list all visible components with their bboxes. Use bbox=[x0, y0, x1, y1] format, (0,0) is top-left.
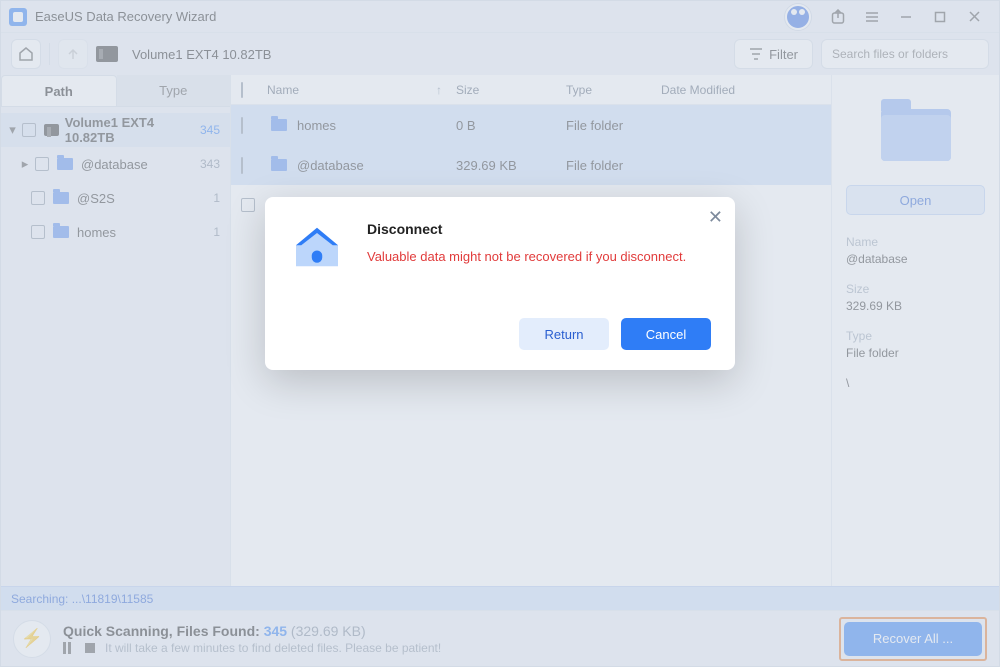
modal-message: Valuable data might not be recovered if … bbox=[367, 249, 711, 264]
app-window: EaseUS Data Recovery Wizard Volume1 EXT4… bbox=[0, 0, 1000, 667]
close-icon[interactable]: ✕ bbox=[708, 207, 723, 228]
cancel-button[interactable]: Cancel bbox=[621, 318, 711, 350]
return-button[interactable]: Return bbox=[519, 318, 609, 350]
modal-title: Disconnect bbox=[367, 221, 711, 237]
modal-scrim[interactable]: ✕ Disconnect Valuable data might not be … bbox=[1, 1, 999, 666]
disconnect-dialog: ✕ Disconnect Valuable data might not be … bbox=[265, 197, 735, 370]
home-icon bbox=[289, 219, 345, 278]
